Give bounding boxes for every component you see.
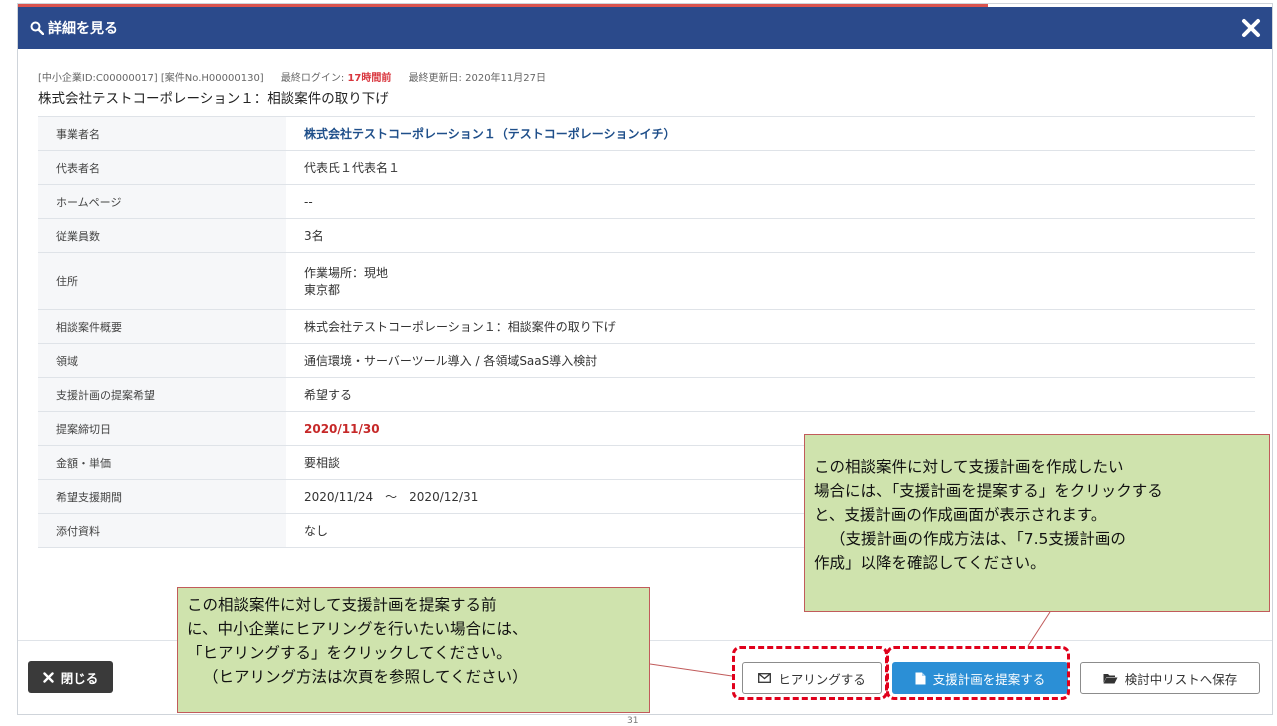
close-icon[interactable] bbox=[1238, 15, 1264, 41]
propose-highlight bbox=[886, 646, 1070, 700]
propose-callout: この相談案件に対して支援計画を作成したい 場合には、「支援計画を提案する」をクリ… bbox=[804, 434, 1270, 612]
modal-header: 詳細を見る bbox=[18, 7, 1272, 49]
close-button-label: 閉じる bbox=[60, 670, 99, 686]
table-row: 領域 通信環境・サーバーツール導入 / 各領域SaaS導入検討 bbox=[38, 343, 1255, 377]
callout-text: 場合には、「支援計画を提案する」をクリックする bbox=[814, 482, 1163, 500]
row-label: 支援計画の提案希望 bbox=[38, 378, 286, 411]
row-value: 3名 bbox=[304, 229, 324, 243]
deadline-value: 2020/11/30 bbox=[304, 421, 380, 436]
row-value: 作業場所：現地 東京都 bbox=[286, 264, 388, 298]
hearing-highlight bbox=[732, 646, 888, 700]
callout-text: （ヒアリング方法は次頁を参照してください） bbox=[203, 668, 528, 686]
address-line-2: 東京都 bbox=[304, 283, 341, 297]
save-to-list-button[interactable]: 検討中リストへ保存 bbox=[1080, 662, 1260, 694]
row-label: 添付資料 bbox=[38, 514, 286, 547]
table-row: 住所 作業場所：現地 東京都 bbox=[38, 252, 1255, 309]
company-name-link[interactable]: 株式会社テストコーポレーション１（テストコーポレーションイチ） bbox=[286, 125, 676, 142]
hearing-callout: この相談案件に対して支援計画を提案する前 に、中小企業にヒアリングを行いたい場合… bbox=[177, 587, 650, 713]
row-label: ホームページ bbox=[38, 185, 286, 218]
save-to-list-button-label: 検討中リストへ保存 bbox=[1124, 671, 1238, 687]
row-label: 提案締切日 bbox=[38, 412, 286, 445]
row-value: 通信環境・サーバーツール導入 / 各領域SaaS導入検討 bbox=[304, 354, 598, 368]
case-meta: [中小企業ID:C00000017] [案件No.H00000130] 最終ログ… bbox=[38, 69, 546, 84]
row-value: なし bbox=[304, 524, 329, 538]
callout-text: 「ヒアリングする」をクリックしてください。 bbox=[187, 644, 512, 662]
callout-text: この相談案件に対して支援計画を作成したい bbox=[814, 458, 1124, 476]
row-label: 希望支援期間 bbox=[38, 480, 286, 513]
callout-text: （支援計画の作成方法は、「7.5支援計画の bbox=[830, 530, 1126, 548]
close-icon bbox=[43, 671, 54, 683]
row-value: -- bbox=[304, 194, 313, 209]
modal-title: 詳細を見る bbox=[30, 18, 118, 38]
table-row: 代表者名 代表氏１代表名１ bbox=[38, 150, 1255, 184]
modal-title-text: 詳細を見る bbox=[48, 21, 118, 37]
last-login-value: 17時間前 bbox=[347, 73, 392, 84]
table-row: 支援計画の提案希望 希望する bbox=[38, 377, 1255, 411]
folder-open-icon bbox=[1103, 673, 1118, 683]
row-label: 代表者名 bbox=[38, 151, 286, 184]
row-value: 希望する bbox=[304, 388, 353, 402]
last-login-label: 最終ログイン: bbox=[280, 73, 345, 84]
row-value: 2020/11/24 ～ 2020/12/31 bbox=[304, 490, 479, 504]
table-row: 相談案件概要 株式会社テストコーポレーション１：相談案件の取り下げ bbox=[38, 309, 1255, 343]
row-label: 相談案件概要 bbox=[38, 310, 286, 343]
table-row: 事業者名 株式会社テストコーポレーション１（テストコーポレーションイチ） bbox=[38, 116, 1255, 150]
row-label: 従業員数 bbox=[38, 219, 286, 252]
callout-text: この相談案件に対して支援計画を提案する前 bbox=[187, 596, 497, 614]
row-value: 株式会社テストコーポレーション１：相談案件の取り下げ bbox=[304, 320, 616, 334]
table-row: 従業員数 3名 bbox=[38, 218, 1255, 252]
row-label: 住所 bbox=[38, 253, 286, 309]
search-icon bbox=[30, 21, 45, 36]
row-label: 事業者名 bbox=[38, 117, 286, 150]
table-row: ホームページ -- bbox=[38, 184, 1255, 218]
case-subject: 株式会社テストコーポレーション１：相談案件の取り下げ bbox=[38, 91, 389, 107]
callout-text: に、中小企業にヒアリングを行いたい場合には、 bbox=[187, 620, 528, 638]
case-ids: [中小企業ID:C00000017] [案件No.H00000130] bbox=[38, 73, 264, 84]
last-updated: 最終更新日: 2020年11月27日 bbox=[408, 73, 547, 84]
address-line-1: 作業場所：現地 bbox=[304, 266, 389, 280]
row-value: 代表氏１代表名１ bbox=[304, 161, 401, 175]
callout-text: と、支援計画の作成画面が表示されます。 bbox=[814, 506, 1107, 524]
row-label: 金額・単価 bbox=[38, 446, 286, 479]
close-button[interactable]: 閉じる bbox=[28, 661, 113, 693]
row-value: 要相談 bbox=[304, 456, 341, 470]
row-label: 領域 bbox=[38, 344, 286, 377]
callout-text: 作成」以降を確認してください。 bbox=[814, 554, 1046, 572]
